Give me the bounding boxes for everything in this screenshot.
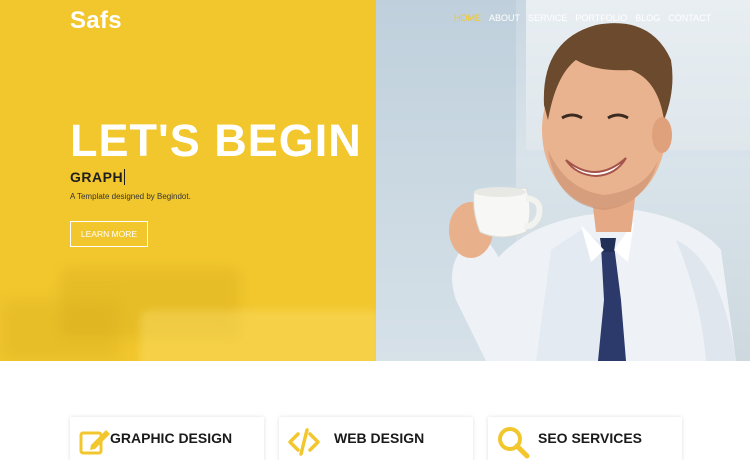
main-navigation: HOME ABOUT SERVICE PORTFOLIO BLOG CONTAC… xyxy=(454,13,719,23)
nav-item-contact[interactable]: CONTACT xyxy=(668,13,711,23)
site-logo[interactable]: Safs xyxy=(70,7,122,35)
man-with-coffee-illustration xyxy=(449,23,736,361)
background-shape xyxy=(0,300,120,361)
service-title: WEB DESIGN xyxy=(334,430,425,446)
typed-subtitle: GRAPH xyxy=(70,169,126,185)
hero-title: LET'S BEGIN xyxy=(70,115,362,166)
nav-item-home[interactable]: HOME xyxy=(454,13,481,23)
nav-item-service[interactable]: SERVICE xyxy=(528,13,567,23)
hero-section: Safs HOME ABOUT SERVICE PORTFOLIO BLOG C… xyxy=(0,0,750,361)
typed-text: GRAPH xyxy=(70,169,124,185)
background-shape xyxy=(140,310,376,361)
service-card-graphic-design[interactable]: GRAPHIC DESIGN xyxy=(70,417,264,460)
code-icon xyxy=(288,428,320,456)
nav-item-about[interactable]: ABOUT xyxy=(489,13,520,23)
learn-more-button[interactable]: LEARN MORE xyxy=(70,221,148,247)
hero-yellow-panel xyxy=(0,0,376,361)
edit-icon xyxy=(79,430,110,455)
service-title: SEO SERVICES xyxy=(538,430,643,446)
nav-item-portfolio[interactable]: PORTFOLIO xyxy=(575,13,627,23)
service-title: GRAPHIC DESIGN xyxy=(110,430,233,446)
template-credit: A Template designed by Begindot. xyxy=(70,192,191,201)
hero-photo xyxy=(376,0,750,361)
search-icon xyxy=(498,427,530,459)
service-card-seo-services[interactable]: SEO SERVICES xyxy=(488,417,682,460)
nav-item-blog[interactable]: BLOG xyxy=(635,13,660,23)
text-cursor xyxy=(124,169,126,185)
services-section: GRAPHIC DESIGN WEB DESIGN SEO SERVICES xyxy=(0,361,750,460)
service-card-web-design[interactable]: WEB DESIGN xyxy=(279,417,473,460)
